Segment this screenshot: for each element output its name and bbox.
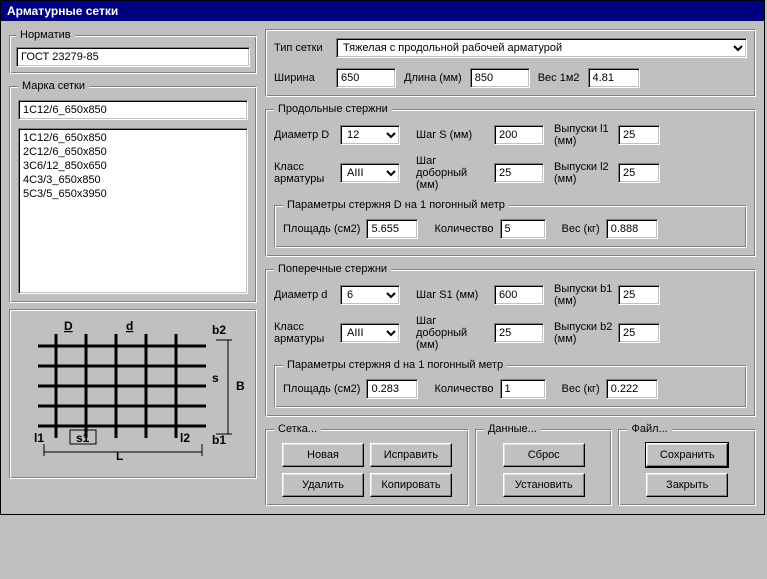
top-group: Тип сетки Тяжелая с продольной рабочей а…	[265, 29, 756, 97]
long-stepadd-input[interactable]	[494, 163, 544, 183]
svg-text:B: B	[236, 379, 245, 393]
long-step-label: Шаг S (мм)	[416, 129, 490, 141]
main-window: Арматурные сетки Норматив Марка сетки 1С…	[0, 0, 765, 515]
trans-out1-label: Выпуски b1 (мм)	[554, 283, 614, 307]
longitudinal-legend: Продольные стержни	[274, 103, 392, 115]
long-w-label: Вес (кг)	[562, 223, 600, 235]
trans-w-input[interactable]	[606, 379, 658, 399]
list-item[interactable]: 5С3/5_650х3950	[21, 187, 245, 201]
bottom-button-row: Сетка... Новая Исправить Удалить Копиров…	[265, 423, 756, 506]
brand-group: Марка сетки 1С12/6_650х850 2С12/6_650х85…	[9, 80, 257, 303]
long-param-group: Параметры стержня D на 1 погонный метр П…	[274, 199, 747, 248]
long-w-input[interactable]	[606, 219, 658, 239]
long-out2-input[interactable]	[618, 163, 660, 183]
apply-button[interactable]: Установить	[503, 473, 585, 497]
trans-out2-input[interactable]	[618, 323, 660, 343]
normative-input[interactable]	[16, 47, 250, 67]
transverse-group: Поперечные стержни Диаметр d 6 Шаг S1 (м…	[265, 263, 756, 417]
long-out1-input[interactable]	[618, 125, 660, 145]
trans-param-legend: Параметры стержня d на 1 погонный метр	[283, 359, 507, 371]
svg-text:L: L	[116, 449, 123, 460]
svg-text:D: D	[64, 319, 73, 333]
list-item[interactable]: 3С6/12_850х650	[21, 159, 245, 173]
type-label: Тип сетки	[274, 42, 328, 54]
normative-legend: Норматив	[16, 29, 75, 41]
long-step-input[interactable]	[494, 125, 544, 145]
long-area-input[interactable]	[366, 219, 418, 239]
width-label: Ширина	[274, 72, 328, 84]
new-button[interactable]: Новая	[282, 443, 364, 467]
trans-diameter-select[interactable]: 6	[340, 285, 400, 305]
list-item[interactable]: 2С12/6_650х850	[21, 145, 245, 159]
svg-text:b1: b1	[212, 433, 226, 447]
long-count-label: Количество	[434, 223, 493, 235]
long-param-legend: Параметры стержня D на 1 погонный метр	[283, 199, 509, 211]
trans-count-input[interactable]	[500, 379, 546, 399]
list-item[interactable]: 4С3/3_650х850	[21, 173, 245, 187]
trans-w-label: Вес (кг)	[562, 383, 600, 395]
window-title: Арматурные сетки	[7, 4, 118, 18]
long-out1-label: Выпуски l1 (мм)	[554, 123, 614, 147]
length-input[interactable]	[470, 68, 530, 88]
delete-button[interactable]: Удалить	[282, 473, 364, 497]
mesh-buttons-group: Сетка... Новая Исправить Удалить Копиров…	[265, 423, 469, 506]
trans-step-input[interactable]	[494, 285, 544, 305]
mesh-diagram: D d b2 b1 s B l1 l2 s1 L	[16, 316, 248, 460]
save-button[interactable]: Сохранить	[646, 443, 728, 467]
width-input[interactable]	[336, 68, 396, 88]
brand-current-input[interactable]	[18, 100, 248, 120]
svg-text:d: d	[126, 319, 133, 333]
svg-text:s1: s1	[76, 431, 90, 445]
brand-listbox[interactable]: 1С12/6_650х850 2С12/6_650х850 3С6/12_850…	[18, 128, 248, 294]
trans-stepadd-input[interactable]	[494, 323, 544, 343]
left-column: Норматив Марка сетки 1С12/6_650х850 2С12…	[9, 29, 257, 506]
right-column: Тип сетки Тяжелая с продольной рабочей а…	[265, 29, 756, 506]
copy-button[interactable]: Копировать	[370, 473, 452, 497]
trans-step-label: Шаг S1 (мм)	[416, 289, 490, 301]
long-diameter-select[interactable]: 12	[340, 125, 400, 145]
normative-group: Норматив	[9, 29, 257, 74]
trans-area-label: Площадь (см2)	[283, 383, 360, 395]
data-legend: Данные...	[484, 423, 541, 435]
long-count-input[interactable]	[500, 219, 546, 239]
svg-text:l1: l1	[34, 431, 44, 445]
diagram-panel: D d b2 b1 s B l1 l2 s1 L	[9, 309, 257, 479]
brand-legend: Марка сетки	[18, 80, 89, 92]
weight-input[interactable]	[588, 68, 640, 88]
list-item[interactable]: 1С12/6_650х850	[21, 131, 245, 145]
trans-class-select[interactable]: AIII	[340, 323, 400, 343]
long-class-label: Класс арматуры	[274, 161, 336, 185]
trans-out1-input[interactable]	[618, 285, 660, 305]
svg-text:l2: l2	[180, 431, 190, 445]
trans-stepadd-label: Шаг доборный (мм)	[416, 315, 490, 351]
trans-area-input[interactable]	[366, 379, 418, 399]
trans-out2-label: Выпуски b2 (мм)	[554, 321, 614, 345]
svg-text:s: s	[212, 371, 219, 385]
long-class-select[interactable]: AIII	[340, 163, 400, 183]
transverse-legend: Поперечные стержни	[274, 263, 391, 275]
longitudinal-group: Продольные стержни Диаметр D 12 Шаг S (м…	[265, 103, 756, 257]
svg-text:b2: b2	[212, 323, 226, 337]
trans-class-label: Класс арматуры	[274, 321, 336, 345]
file-buttons-group: Файл... Сохранить Закрыть	[618, 423, 756, 506]
fix-button[interactable]: Исправить	[370, 443, 452, 467]
type-select[interactable]: Тяжелая с продольной рабочей арматурой	[336, 38, 747, 58]
file-legend: Файл...	[627, 423, 671, 435]
long-stepadd-label: Шаг доборный (мм)	[416, 155, 490, 191]
trans-diameter-label: Диаметр d	[274, 289, 336, 301]
titlebar: Арматурные сетки	[1, 1, 764, 21]
trans-param-group: Параметры стержня d на 1 погонный метр П…	[274, 359, 747, 408]
long-out2-label: Выпуски l2 (мм)	[554, 161, 614, 185]
trans-count-label: Количество	[434, 383, 493, 395]
long-area-label: Площадь (см2)	[283, 223, 360, 235]
client-area: Норматив Марка сетки 1С12/6_650х850 2С12…	[1, 21, 764, 514]
long-diameter-label: Диаметр D	[274, 129, 336, 141]
weight-label: Вес 1м2	[538, 72, 580, 84]
mesh-legend: Сетка...	[274, 423, 321, 435]
reset-button[interactable]: Сброс	[503, 443, 585, 467]
length-label: Длина (мм)	[404, 72, 462, 84]
data-buttons-group: Данные... Сброс Установить	[475, 423, 613, 506]
close-button[interactable]: Закрыть	[646, 473, 728, 497]
